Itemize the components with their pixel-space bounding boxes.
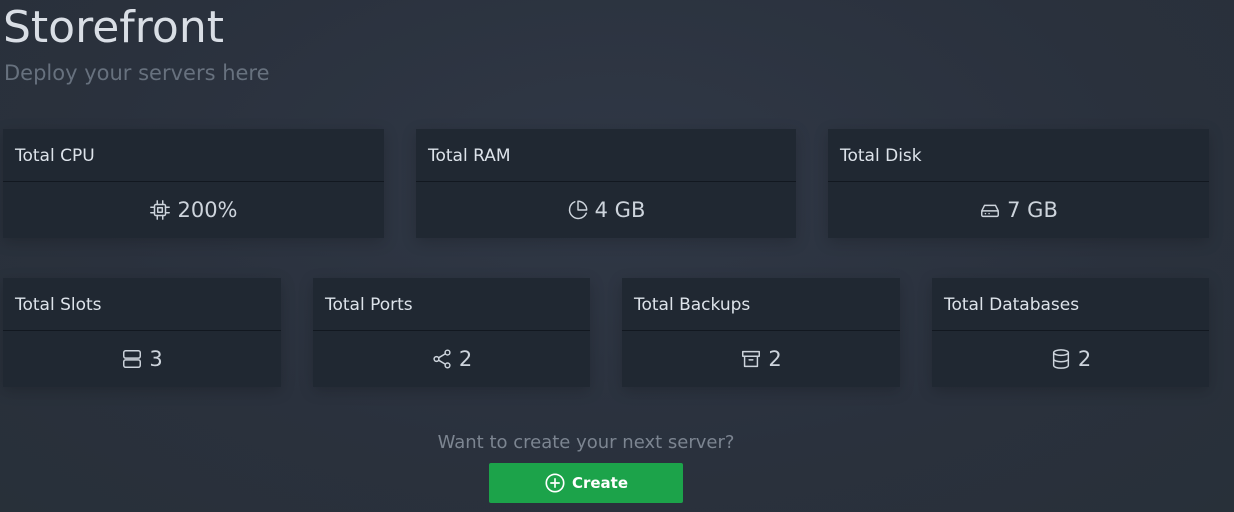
stat-card-label: Total Disk (828, 129, 1209, 182)
create-button[interactable]: Create (489, 463, 683, 503)
stat-card-value-row: 2 (932, 331, 1209, 387)
stat-card-ports: Total Ports 2 (313, 278, 590, 387)
share-icon (433, 349, 451, 369)
stat-card-value: 2 (768, 347, 782, 371)
stat-card-value-row: 2 (622, 331, 900, 387)
plus-circle-icon (545, 473, 565, 493)
stat-card-label: Total Backups (622, 278, 900, 331)
database-icon (1052, 349, 1069, 369)
stat-card-label: Total Databases (932, 278, 1209, 331)
stat-card-label: Total Slots (3, 278, 281, 331)
stat-card-value: 2 (458, 347, 473, 371)
create-prompt: Want to create your next server? (437, 432, 735, 453)
stat-card-ram: Total RAM 4 GB (416, 129, 796, 238)
create-button-label: Create (571, 474, 629, 492)
stat-card-value-row: 2 (313, 331, 590, 387)
stat-card-value: 2 (1077, 347, 1092, 371)
stat-card-label: Total Ports (313, 278, 590, 331)
stat-card-disk: Total Disk 7 GB (828, 129, 1209, 238)
stat-card-value: 7 GB (1007, 198, 1058, 222)
stat-card-value-row: 4 GB (416, 182, 796, 238)
server-icon (123, 350, 142, 368)
stat-card-cpu: Total CPU 200% (3, 129, 384, 238)
page-subtitle: Deploy your servers here (4, 61, 270, 85)
stat-card-label: Total CPU (3, 129, 384, 182)
storefront-page: Storefront Deploy your servers here Tota… (0, 0, 1234, 512)
cpu-icon (150, 200, 171, 220)
stat-card-value-row: 7 GB (828, 182, 1209, 238)
archive-icon (742, 350, 761, 368)
stat-card-label: Total RAM (416, 129, 796, 182)
page-title: Storefront (3, 2, 224, 53)
hard-drive-icon (981, 204, 1000, 218)
stat-card-value: 3 (149, 347, 163, 371)
stat-card-value-row: 3 (3, 331, 281, 387)
stat-card-backups: Total Backups 2 (622, 278, 900, 387)
pie-chart-icon (568, 200, 588, 220)
stat-card-value: 200% (177, 198, 238, 222)
stat-card-value-row: 200% (3, 182, 384, 238)
stat-card-databases: Total Databases 2 (932, 278, 1209, 387)
stat-card-slots: Total Slots 3 (3, 278, 281, 387)
stat-card-value: 4 GB (594, 198, 646, 222)
